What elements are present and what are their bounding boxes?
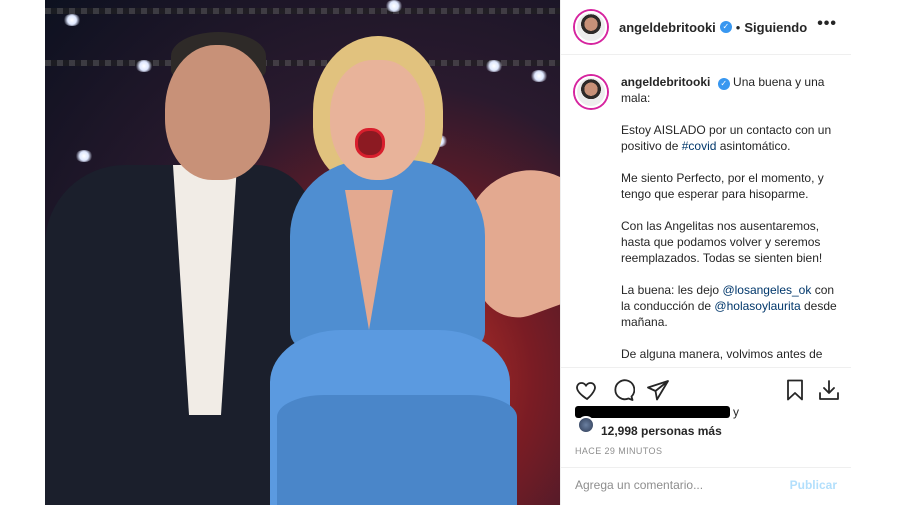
caption-text: Con las Angelitas nos ausentaremos, hast… — [621, 219, 823, 265]
stage-light — [485, 60, 503, 72]
comment-bar: Publicar — [561, 467, 851, 505]
heart-icon[interactable] — [575, 378, 599, 402]
hashtag-link[interactable]: #covid — [682, 139, 717, 153]
post-header: angeldebritooki ✓ • Siguiendo ••• — [561, 0, 851, 55]
comment-input[interactable] — [575, 478, 775, 492]
likes-count[interactable]: 12,998 personas más — [601, 424, 722, 438]
stage-light — [63, 14, 81, 26]
woman-mouth — [355, 128, 385, 158]
caption-avatar[interactable] — [575, 76, 607, 108]
header-username[interactable]: angeldebritooki — [619, 20, 716, 35]
comment-icon[interactable] — [611, 378, 635, 402]
caption-text: Me siento Perfecto, por el momento, y te… — [621, 171, 824, 201]
man-face — [165, 45, 270, 180]
stage-truss — [45, 8, 560, 14]
blue-dress-ruffle — [277, 395, 517, 505]
follow-status-button[interactable]: Siguiendo — [744, 20, 807, 35]
mention-link[interactable]: @losangeles_ok — [722, 283, 811, 297]
stage-light — [385, 0, 403, 12]
caption-text: De alguna manera, volvimos antes de — [621, 347, 823, 361]
separator-dot: • — [735, 19, 741, 35]
post-timestamp[interactable]: HACE 29 MINUTOS — [575, 446, 662, 456]
publish-button[interactable]: Publicar — [790, 478, 837, 492]
post-side-panel: angeldebritooki ✓ • Siguiendo ••• angeld… — [560, 0, 851, 505]
download-icon[interactable] — [817, 378, 841, 402]
avatar[interactable] — [575, 11, 607, 43]
caption-username[interactable]: angeldebritooki — [621, 75, 710, 89]
likes-conjunction: y — [733, 405, 739, 419]
caption-body: angeldebritooki ✓ Una buena y una mala: … — [621, 74, 837, 366]
stage-light — [135, 60, 153, 72]
post-caption: angeldebritooki ✓ Una buena y una mala: … — [561, 56, 851, 366]
stage-light — [530, 70, 548, 82]
verified-badge-icon: ✓ — [719, 21, 732, 33]
redacted-likers — [575, 406, 730, 418]
share-icon[interactable] — [646, 378, 670, 402]
more-options-icon[interactable]: ••• — [817, 15, 837, 33]
caption-text: asintomático. — [719, 139, 791, 153]
liker-avatar[interactable] — [577, 416, 595, 434]
verified-badge-icon: ✓ — [717, 78, 730, 90]
blue-dress-top — [290, 160, 485, 350]
woman-face — [330, 60, 425, 180]
post-photo[interactable] — [45, 0, 560, 505]
action-bar — [561, 367, 851, 409]
bookmark-icon[interactable] — [783, 378, 807, 402]
caption-text: La buena: les dejo — [621, 283, 720, 297]
stage-truss — [45, 60, 560, 66]
stage-light — [75, 150, 93, 162]
mention-link[interactable]: @holasoylaurita — [714, 299, 800, 313]
